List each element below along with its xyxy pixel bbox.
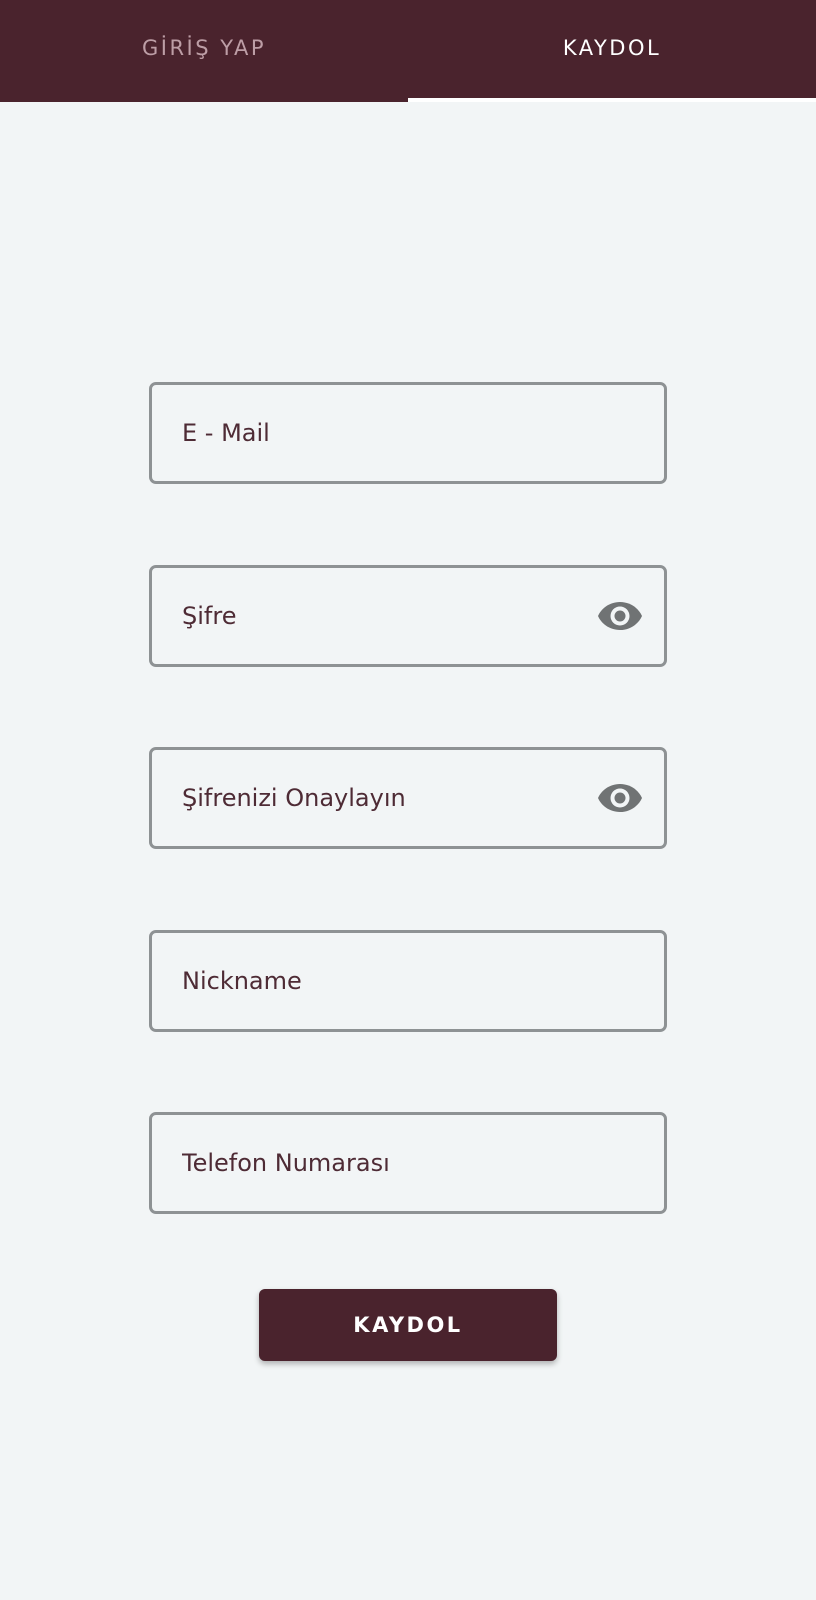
password-input[interactable]: [182, 568, 562, 664]
tab-bar: GİRİŞ YAP KAYDOL: [0, 0, 816, 102]
confirm-password-field[interactable]: [149, 747, 667, 849]
nickname-input[interactable]: [182, 933, 562, 1029]
email-field[interactable]: [149, 382, 667, 484]
tab-signup-label: KAYDOL: [562, 36, 662, 60]
phone-field[interactable]: [149, 1112, 667, 1214]
tab-login-label: GİRİŞ YAP: [142, 36, 266, 60]
tab-signup[interactable]: KAYDOL: [408, 0, 816, 96]
tab-login[interactable]: GİRİŞ YAP: [0, 0, 408, 96]
active-tab-indicator: [408, 98, 816, 102]
signup-button-label: KAYDOL: [353, 1313, 463, 1337]
password-field[interactable]: [149, 565, 667, 667]
phone-input[interactable]: [182, 1115, 562, 1211]
email-input[interactable]: [182, 385, 562, 481]
eye-icon[interactable]: [596, 777, 644, 819]
confirm-password-input[interactable]: [182, 750, 562, 846]
nickname-field[interactable]: [149, 930, 667, 1032]
eye-icon[interactable]: [596, 595, 644, 637]
signup-button[interactable]: KAYDOL: [259, 1289, 557, 1361]
